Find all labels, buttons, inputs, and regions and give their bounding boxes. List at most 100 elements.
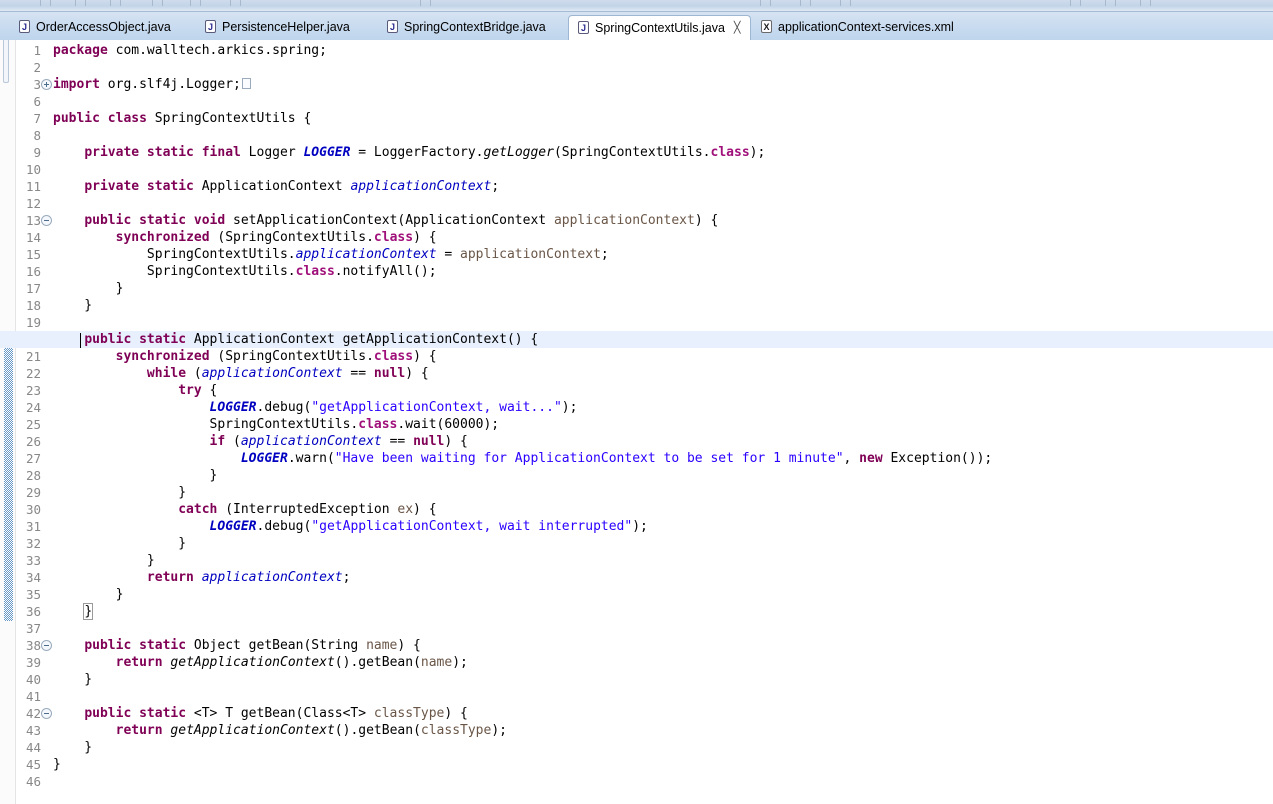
line-number: 2 bbox=[33, 60, 41, 75]
line-number: 17 bbox=[25, 281, 41, 296]
code-line-13[interactable]: public static void setApplicationContext… bbox=[53, 212, 718, 229]
line-number: 16 bbox=[25, 264, 41, 279]
xml-file-icon: X bbox=[760, 20, 773, 34]
line-number: 29 bbox=[25, 485, 41, 500]
code-editor[interactable]: 1 2 3 6 7 8 9 10 11 12 13 14 15 16 17 18… bbox=[0, 40, 1273, 804]
line-number: 46 bbox=[25, 774, 41, 789]
toolbar-icon-1[interactable] bbox=[40, 0, 51, 6]
fold-expanded-icon-line-38[interactable] bbox=[41, 640, 52, 651]
code-line-7[interactable]: public class SpringContextUtils { bbox=[53, 110, 311, 127]
code-line-23[interactable]: try { bbox=[53, 382, 217, 399]
source-code-area[interactable]: package com.walltech.arkics.spring; impo… bbox=[0, 40, 1273, 804]
line-number: 35 bbox=[25, 587, 41, 602]
toolbar-icon-13[interactable] bbox=[1140, 0, 1151, 6]
line-number: 12 bbox=[25, 196, 41, 211]
tab-application-context-services[interactable]: X applicationContext-services.xml bbox=[752, 14, 963, 40]
tab-spring-context-utils[interactable]: J SpringContextUtils.java ╳ bbox=[568, 15, 751, 41]
line-number: 33 bbox=[25, 553, 41, 568]
tab-persistence-helper[interactable]: J PersistenceHelper.java bbox=[196, 14, 359, 40]
line-number: 31 bbox=[25, 519, 41, 534]
code-line-44[interactable]: } bbox=[53, 739, 92, 756]
code-line-24[interactable]: LOGGER.debug("getApplicationContext, wai… bbox=[53, 399, 578, 416]
tab-order-access-object[interactable]: J OrderAccessObject.java bbox=[10, 14, 180, 40]
line-number: 43 bbox=[25, 723, 41, 738]
collapsed-region-marker[interactable] bbox=[241, 78, 251, 89]
fold-expanded-icon-line-13[interactable] bbox=[41, 215, 52, 226]
fold-expanded-icon-line-42[interactable] bbox=[41, 708, 52, 719]
line-number: 30 bbox=[25, 502, 41, 517]
code-line-26[interactable]: if (applicationContext == null) { bbox=[53, 433, 468, 450]
line-number: 41 bbox=[25, 689, 41, 704]
code-line-17[interactable]: } bbox=[53, 280, 124, 297]
toolbar-icon-3[interactable] bbox=[110, 0, 121, 6]
line-number: 32 bbox=[25, 536, 41, 551]
java-file-icon: J bbox=[204, 20, 217, 34]
line-number: 18 bbox=[25, 298, 41, 313]
matching-bracket-highlight: } bbox=[83, 603, 94, 620]
toolbar-icon-8[interactable] bbox=[760, 0, 771, 6]
code-line-33[interactable]: } bbox=[53, 552, 155, 569]
toolbar-icon-7[interactable] bbox=[420, 0, 431, 6]
tab-spring-context-bridge[interactable]: J SpringContextBridge.java bbox=[378, 14, 555, 40]
toolbar-icon-10[interactable] bbox=[840, 0, 851, 6]
code-line-27[interactable]: LOGGER.warn("Have been waiting for Appli… bbox=[53, 450, 992, 467]
toolbar-icon-4[interactable] bbox=[152, 0, 163, 6]
tab-label: OrderAccessObject.java bbox=[36, 20, 171, 34]
line-number: 11 bbox=[25, 179, 41, 194]
line-number: 24 bbox=[25, 400, 41, 415]
code-line-16[interactable]: SpringContextUtils.class.notifyAll(); bbox=[53, 263, 437, 280]
code-line-15[interactable]: SpringContextUtils.applicationContext = … bbox=[53, 246, 609, 263]
code-line-36[interactable]: } bbox=[53, 603, 94, 620]
code-line-1[interactable]: package com.walltech.arkics.spring; bbox=[53, 42, 327, 59]
tab-label: SpringContextUtils.java bbox=[595, 21, 725, 35]
line-number: 34 bbox=[25, 570, 41, 585]
line-number: 15 bbox=[25, 247, 41, 262]
toolbar-icon-9[interactable] bbox=[800, 0, 811, 6]
code-line-39[interactable]: return getApplicationContext().getBean(n… bbox=[53, 654, 468, 671]
code-line-34[interactable]: return applicationContext; bbox=[53, 569, 351, 586]
line-number: 28 bbox=[25, 468, 41, 483]
code-line-25[interactable]: SpringContextUtils.class.wait(60000); bbox=[53, 416, 500, 433]
folding-gutter[interactable] bbox=[41, 40, 53, 804]
annotation-ruler[interactable] bbox=[0, 40, 16, 804]
code-line-43[interactable]: return getApplicationContext().getBean(c… bbox=[53, 722, 507, 739]
code-line-11[interactable]: private static ApplicationContext applic… bbox=[53, 178, 499, 195]
code-line-31[interactable]: LOGGER.debug("getApplicationContext, wai… bbox=[53, 518, 648, 535]
code-line-30[interactable]: catch (InterruptedException ex) { bbox=[53, 501, 436, 518]
toolbar-strip[interactable] bbox=[0, 0, 1273, 12]
toolbar-icon-5[interactable] bbox=[190, 0, 201, 6]
line-number: 23 bbox=[25, 383, 41, 398]
code-line-38[interactable]: public static Object getBean(String name… bbox=[53, 637, 421, 654]
line-number: 21 bbox=[25, 349, 41, 364]
line-number: 13 bbox=[25, 213, 41, 228]
toolbar-icon-6[interactable] bbox=[230, 0, 241, 6]
line-number: 39 bbox=[25, 655, 41, 670]
code-line-3[interactable]: import org.slf4j.Logger; bbox=[53, 76, 251, 93]
line-number: 45 bbox=[25, 757, 41, 772]
code-line-9[interactable]: private static final Logger LOGGER = Log… bbox=[53, 144, 765, 161]
code-line-22[interactable]: while (applicationContext == null) { bbox=[53, 365, 429, 382]
code-line-40[interactable]: } bbox=[53, 671, 92, 688]
line-number: 37 bbox=[25, 621, 41, 636]
code-line-29[interactable]: } bbox=[53, 484, 186, 501]
code-line-45[interactable]: } bbox=[53, 756, 61, 773]
ruler-top-marker bbox=[3, 40, 9, 83]
toolbar-icon-12[interactable] bbox=[1105, 0, 1116, 6]
line-number: 42 bbox=[25, 706, 41, 721]
toolbar-icon-11[interactable] bbox=[1070, 0, 1081, 6]
code-line-18[interactable]: } bbox=[53, 297, 92, 314]
fold-collapsed-icon-line-3[interactable] bbox=[41, 79, 52, 90]
close-icon[interactable]: ╳ bbox=[734, 22, 741, 34]
code-line-14[interactable]: synchronized (SpringContextUtils.class) … bbox=[53, 229, 437, 246]
code-line-21[interactable]: synchronized (SpringContextUtils.class) … bbox=[53, 348, 437, 365]
code-line-20[interactable]: public static ApplicationContext getAppl… bbox=[53, 331, 538, 348]
code-line-28[interactable]: } bbox=[53, 467, 218, 484]
code-line-42[interactable]: public static <T> T getBean(Class<T> cla… bbox=[53, 705, 468, 722]
code-line-32[interactable]: } bbox=[53, 535, 186, 552]
line-number: 7 bbox=[33, 111, 41, 126]
toolbar-icon-2[interactable] bbox=[75, 0, 86, 6]
line-number: 3 bbox=[33, 77, 41, 92]
line-number: 19 bbox=[25, 315, 41, 330]
line-number: 38 bbox=[25, 638, 41, 653]
code-line-35[interactable]: } bbox=[53, 586, 124, 603]
